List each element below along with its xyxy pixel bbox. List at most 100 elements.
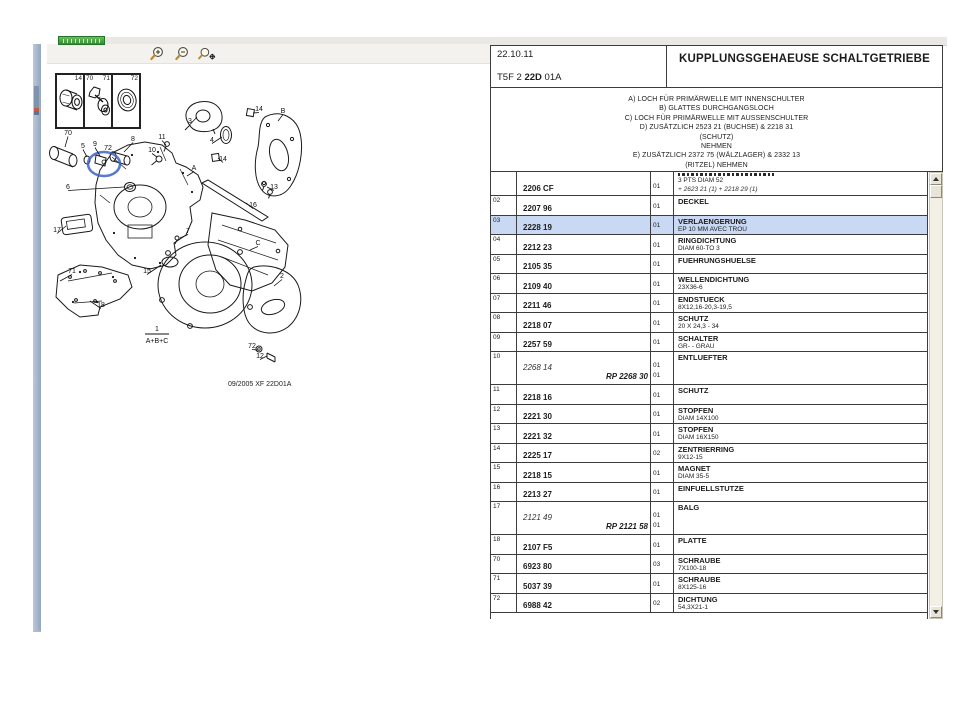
table-row-07[interactable]: 072211 4601ENDSTUECK8X12,16-20,3-19,5 — [491, 294, 927, 314]
description-cell: BALG — [674, 502, 927, 534]
diagram-panel: 14 70 71 — [41, 44, 490, 632]
table-row-05[interactable]: 052105 3501FUEHRUNGSHUELSE — [491, 255, 927, 275]
table-row-08[interactable]: 082218 0701SCHUTZ20 X 24,3 - 34 — [491, 313, 927, 333]
diagram-caption: 09/2005 XF 22D01A — [228, 381, 292, 388]
table-row-72[interactable]: 726988 4202DICHTUNG54,3X21-1 — [491, 594, 927, 614]
table-row-11[interactable]: 112218 1601SCHUTZ — [491, 385, 927, 405]
part-name: SCHUTZ — [678, 314, 927, 323]
quantity-cell: 01 — [651, 196, 674, 215]
part-number-cell: 2218 07 — [517, 313, 651, 332]
vertical-scrollbar[interactable] — [929, 172, 943, 619]
description-cell: SCHRAUBE8X125-16 — [674, 574, 927, 593]
row-number — [491, 172, 517, 195]
table-row-12[interactable]: 122221 3001STOPFENDIAM 14X100 — [491, 405, 927, 425]
diagram-callout-4[interactable]: 4 — [210, 137, 214, 144]
quantity: 01 — [653, 260, 673, 270]
row-number: 07 — [491, 294, 517, 313]
quantity: 02 — [653, 599, 673, 609]
scroll-down-button[interactable] — [930, 606, 942, 618]
diagram-callout-14[interactable]: 14 — [255, 106, 263, 113]
zoom-out-button[interactable] — [172, 45, 193, 62]
description-cell: SCHRAUBE7X100-18 — [674, 555, 927, 574]
replacement-part-number: RP 2121 58 — [523, 522, 648, 532]
row-number: 72 — [491, 594, 517, 613]
table-row-01[interactable]: 2206 CF013 PTS DIAM 52+ 2623 21 (1) + 22… — [491, 172, 927, 196]
diagram-callout-72[interactable]: 72 — [104, 145, 112, 152]
table-row-71[interactable]: 715037 3901SCHRAUBE8X125-16 — [491, 574, 927, 594]
row-number: 08 — [491, 313, 517, 332]
table-row-02[interactable]: 022207 9601DECKEL — [491, 196, 927, 216]
diagram-callout-6[interactable]: 6 — [66, 184, 70, 191]
part-detail: DIAM 14X100 — [678, 415, 927, 424]
table-row-14[interactable]: 142225 1702ZENTRIERRING9X12-15 — [491, 444, 927, 464]
diagram-callout-12[interactable]: 12 — [256, 353, 264, 360]
diagram-callout-16[interactable]: 16 — [249, 202, 257, 209]
figure-ref-prefix: T5F 2 — [497, 72, 522, 83]
table-row-03[interactable]: 032228 1901VERLAENGERUNGEP 10 MM AVEC TR… — [491, 216, 927, 236]
callout-leader-line — [187, 172, 194, 177]
inset-label-14: 14 — [75, 75, 82, 82]
part-name: WELLENDICHTUNG — [678, 275, 927, 284]
diagram-callout-9[interactable]: 9 — [93, 141, 97, 148]
parts-table-panel: 22.10.11 T5F 2 22D 01A KUPPLUNGSGEHAEUSE… — [490, 45, 943, 619]
page-title: KUPPLUNGSGEHAEUSE SCHALTGETRIEBE — [679, 53, 930, 87]
table-row-15[interactable]: 152218 1501MAGNETDIAM 35-5 — [491, 463, 927, 483]
row-number: 06 — [491, 274, 517, 293]
table-row-17[interactable]: 172121 49RP 2121 580101BALG — [491, 502, 927, 535]
diagram-callout-A[interactable]: A — [192, 165, 197, 172]
row-number: 03 — [491, 216, 517, 235]
diagram-callout-18[interactable]: 18 — [97, 302, 105, 309]
table-row-13[interactable]: 132221 3201STOPFENDIAM 16X150 — [491, 424, 927, 444]
diagram-callout-71[interactable]: 71 — [68, 268, 76, 275]
part-number-cell: 2218 16 — [517, 385, 651, 404]
table-row-10[interactable]: 102268 14RP 2268 300101ENTLUEFTER — [491, 352, 927, 385]
diagram-callout-72[interactable]: 72 — [248, 343, 256, 350]
diagram-callout-5[interactable]: 5 — [81, 143, 85, 150]
part-number-cell: 2121 49RP 2121 58 — [517, 502, 651, 534]
part-detail: 23X36-6 — [678, 284, 927, 293]
description-cell: RINGDICHTUNGDIAM 60-TO 3 — [674, 235, 927, 254]
pan-button[interactable] — [197, 45, 218, 62]
table-row-06[interactable]: 062109 4001WELLENDICHTUNG23X36-6 — [491, 274, 927, 294]
description-cell: 3 PTS DIAM 52+ 2623 21 (1) + 2218 29 (1) — [674, 172, 927, 195]
table-row-18[interactable]: 182107 F501PLATTE — [491, 535, 927, 555]
row-number: 71 — [491, 574, 517, 593]
diagram-callout-3[interactable]: 3 — [188, 118, 192, 125]
quantity: 01 — [653, 488, 673, 498]
diagram-callout-70[interactable]: 70 — [64, 130, 72, 137]
zoom-in-button[interactable] — [147, 45, 168, 62]
diagram-callout-B[interactable]: B — [281, 108, 286, 115]
part-number-cell: 2268 14RP 2268 30 — [517, 352, 651, 384]
replacement-part-number: RP 2268 30 — [523, 372, 648, 382]
diagram-callout-11[interactable]: 11 — [158, 134, 165, 141]
part-detail: 8X12,16-20,3-19,5 — [678, 304, 927, 313]
quantity-cell: 03 — [651, 555, 674, 574]
diagram-callout-C[interactable]: C — [255, 240, 260, 247]
scroll-up-button[interactable] — [930, 173, 942, 185]
quantity-cell: 01 — [651, 235, 674, 254]
part-number: 6988 42 — [523, 601, 648, 610]
quantity-cell: 01 — [651, 274, 674, 293]
diagram-callout-7[interactable]: 7 — [186, 228, 190, 235]
quantity-cell: 0101 — [651, 352, 674, 384]
scrollbar-thumb[interactable] — [930, 185, 942, 198]
diagram-callout-10[interactable]: 10 — [148, 147, 156, 154]
table-row-09[interactable]: 092257 5901SCHALTERGR- - GRAU — [491, 333, 927, 353]
diagram-callout-13[interactable]: 13 — [270, 184, 278, 191]
part-number-cell: 2213 27 — [517, 483, 651, 502]
diagram-callout-14[interactable]: 14 — [219, 156, 227, 163]
table-row-16[interactable]: 162213 2701EINFUELLSTUTZE — [491, 483, 927, 503]
part-name: RINGDICHTUNG — [678, 236, 927, 245]
diagram-callout-15[interactable]: 15 — [143, 268, 151, 275]
quantity: 01 — [653, 338, 673, 348]
table-row-70[interactable]: 706923 8003SCHRAUBE7X100-18 — [491, 555, 927, 575]
splitter-grip-icon[interactable] — [34, 86, 39, 108]
table-row-04[interactable]: 042212 2301RINGDICHTUNGDIAM 60-TO 3 — [491, 235, 927, 255]
green-tab-button[interactable] — [58, 36, 105, 45]
diagram-callout-8[interactable]: 8 — [131, 136, 135, 143]
description-cell: PLATTE — [674, 535, 927, 554]
diagram-callout-2[interactable]: 2 — [280, 273, 284, 280]
description-cell: STOPFENDIAM 16X150 — [674, 424, 927, 443]
diagram-callout-17[interactable]: 17 — [53, 227, 61, 234]
quantity: 01 — [653, 511, 673, 521]
